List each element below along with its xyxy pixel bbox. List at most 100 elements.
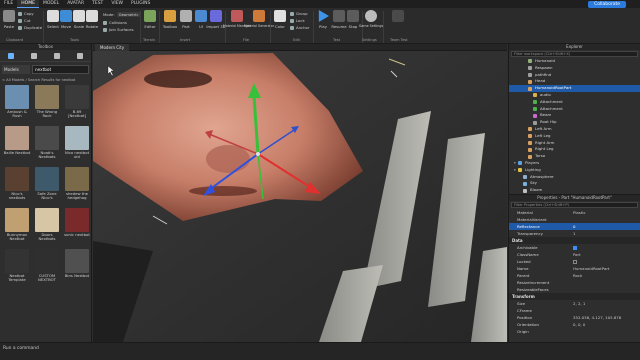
marketplace-tab-icon[interactable] [8, 52, 15, 59]
collisions-toggle[interactable]: Collisions [103, 20, 127, 25]
property-row[interactable]: MaterialVariant [509, 216, 640, 223]
property-row[interactable]: ResizeIncrement [509, 279, 640, 286]
menu-item-home[interactable]: HOME [17, 0, 39, 8]
toolbox-result-item[interactable]: Bunnymov Nextbot [3, 208, 31, 248]
explorer-item[interactable]: Right Arm [509, 140, 640, 147]
property-row[interactable]: CFrame [509, 307, 640, 314]
property-value[interactable]: 352.038, 4.127, 105.876 [573, 314, 640, 321]
toolbox-result-item[interactable]: Noob's Nextbots [33, 126, 61, 166]
property-value[interactable]: 1 [573, 230, 640, 237]
menu-item-view[interactable]: VIEW [107, 0, 127, 8]
property-value[interactable] [573, 244, 640, 251]
property-row[interactable]: Locked [509, 258, 640, 265]
property-value[interactable]: Part [573, 251, 640, 258]
property-row[interactable]: ResizeableFaces [509, 286, 640, 293]
property-row[interactable]: Archivable [509, 244, 640, 251]
explorer-item[interactable]: pathfind [509, 72, 640, 79]
property-value[interactable] [573, 286, 640, 293]
viewport-tab[interactable]: Modern City [95, 44, 130, 51]
explorer-item[interactable]: Torso [509, 153, 640, 160]
property-row[interactable]: Orientation 0, 0, 0 [509, 321, 640, 328]
explorer-item[interactable]: Head [509, 78, 640, 85]
toolbox-result-item[interactable]: Safe Zone Nico's [33, 167, 61, 207]
toolbox-result-item[interactable]: CUSTOM NEXTBOT [33, 249, 61, 289]
property-row[interactable]: Size 2, 2, 1 [509, 300, 640, 307]
cut-button[interactable]: Cut [18, 18, 31, 23]
terrain-editor-button[interactable]: Editor [142, 10, 158, 29]
menu-item-avatar[interactable]: AVATAR [63, 0, 88, 8]
explorer-item[interactable]: Left Leg [509, 133, 640, 140]
explorer-item[interactable]: ▾ Lighting [509, 167, 640, 174]
toolbox-breadcrumb[interactable]: < All Models / Search Results for nextbo… [0, 77, 91, 85]
game-settings-button[interactable]: Game Settings [359, 10, 383, 28]
material-generator-button[interactable]: Material Generator [244, 10, 274, 28]
property-value[interactable]: Plastic [573, 209, 640, 216]
team-test-button[interactable] [390, 10, 406, 22]
property-value[interactable] [573, 328, 640, 335]
explorer-item[interactable]: audio [509, 92, 640, 99]
property-checkbox[interactable] [573, 246, 577, 250]
property-value[interactable] [573, 216, 640, 223]
property-checkbox[interactable] [573, 260, 577, 264]
property-row[interactable]: Transparency 1 [509, 230, 640, 237]
toolbox-result-item[interactable]: Nico nextbot old [63, 126, 91, 166]
toolbox-result-item[interactable]: Bailie Nextbot [3, 126, 31, 166]
property-row[interactable]: Reflectance 0 [509, 223, 640, 230]
category-dropdown[interactable]: Models [2, 65, 30, 74]
inventory-tab-icon[interactable] [31, 52, 38, 59]
menu-item-file[interactable]: FILE [0, 0, 17, 8]
toolbox-result-item[interactable]: sonic nextbot [63, 208, 91, 248]
explorer-item[interactable]: Humanoid [509, 58, 640, 65]
explorer-item[interactable]: Bloom [509, 187, 640, 194]
menu-item-plugins[interactable]: PLUGINS [127, 0, 154, 8]
property-value[interactable]: 0 [573, 223, 640, 230]
property-row[interactable]: Parent Rock [509, 272, 640, 279]
toolbox-result-item[interactable]: Bins Nextbot [63, 249, 91, 289]
toolbox-result-item[interactable]: Nico's nextbots [3, 167, 31, 207]
toolbox-result-item[interactable]: Doors Nextbots [33, 208, 61, 248]
explorer-item[interactable]: Attachment [509, 106, 640, 113]
property-row[interactable]: Position 352.038, 4.127, 105.876 [509, 314, 640, 321]
explorer-item[interactable]: Beam [509, 112, 640, 119]
part-button[interactable]: Part [178, 10, 194, 29]
toolbox-search-input[interactable]: nextbot [32, 65, 89, 74]
property-row[interactable]: ClassName Part [509, 251, 640, 258]
transform-section-header[interactable]: Transform [509, 293, 640, 300]
play-button[interactable]: Play [315, 10, 331, 29]
explorer-item[interactable]: Root Hip [509, 119, 640, 126]
menu-item-model[interactable]: MODEL [39, 0, 63, 8]
explorer-item[interactable]: Atmosphere [509, 174, 640, 181]
data-section-header[interactable]: Data [509, 237, 640, 244]
toolbox-result-item[interactable]: Ambush & Rush [3, 85, 31, 125]
duplicate-button[interactable]: Duplicate [18, 25, 42, 30]
color-button[interactable]: Color [272, 10, 288, 29]
toolbox-result-item[interactable]: The Wrong Rock [33, 85, 61, 125]
creations-tab-icon[interactable] [76, 52, 83, 59]
import-3d-button[interactable]: Import 3D [206, 10, 226, 29]
3d-viewport[interactable]: Modern City [93, 44, 507, 342]
join-surfaces-toggle[interactable]: Join Surfaces [103, 27, 134, 32]
property-row[interactable]: Origin [509, 328, 640, 335]
group-button[interactable]: Group [290, 11, 308, 16]
explorer-item[interactable]: Respawn [509, 65, 640, 72]
lock-button[interactable]: Lock [290, 18, 305, 23]
property-value[interactable]: HumanoidRootPart [573, 265, 640, 272]
explorer-item[interactable]: Sky [509, 180, 640, 187]
scene-render[interactable] [93, 51, 507, 342]
explorer-filter-input[interactable]: Filter workspace (Ctrl+Shift+X) [511, 51, 638, 57]
anchor-button[interactable]: Anchor [290, 25, 309, 30]
property-value[interactable] [573, 258, 640, 265]
property-row[interactable]: Material Plastic [509, 209, 640, 216]
toolbox-result-item[interactable]: shedew the hedgehog [63, 167, 91, 207]
properties-filter-input[interactable]: Filter Properties (Ctrl+Shift+P) [511, 202, 638, 208]
menu-item-test[interactable]: TEST [88, 0, 107, 8]
property-value[interactable]: 0, 0, 0 [573, 321, 640, 328]
toolbox-result-item[interactable]: Nextbot Template [3, 249, 31, 289]
recent-tab-icon[interactable] [53, 52, 60, 59]
explorer-item[interactable]: Attachment [509, 99, 640, 106]
toolbox-result-item[interactable]: B-69 [Nextbot] [63, 85, 91, 125]
mode-selector[interactable]: Mode: Geometric [103, 12, 141, 17]
property-value[interactable] [573, 307, 640, 314]
copy-button[interactable]: Copy [18, 11, 34, 16]
explorer-item[interactable]: ▾ Players [509, 160, 640, 167]
